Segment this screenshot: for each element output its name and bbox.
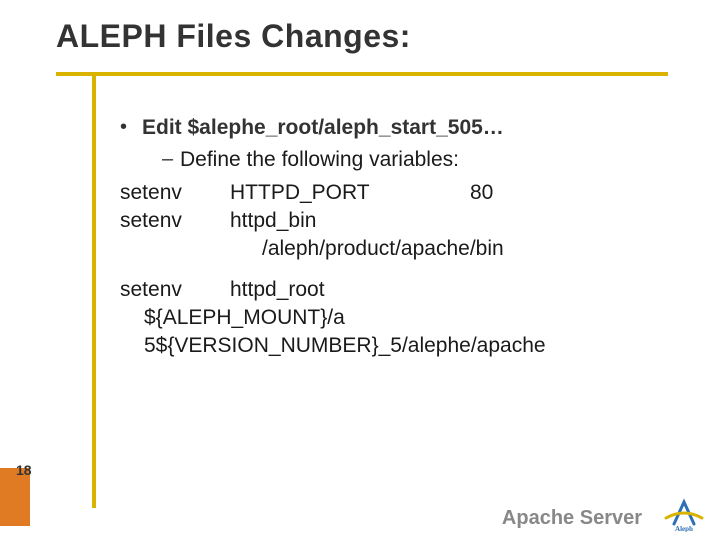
bullet-main: • Edit $alephe_root/aleph_start_505… [120,114,672,142]
env-cmd: setenv [120,276,230,304]
slide-content: • Edit $alephe_root/aleph_start_505… – D… [120,114,672,361]
env-val: 80 [470,179,672,207]
sub-bullet-label: Define the following variables: [180,146,459,174]
env-var: httpd_root [230,276,325,304]
bullet-icon: • [120,114,142,141]
aleph-logo-icon: Aleph [658,494,712,532]
dash-icon: – [162,146,180,173]
vertical-divider [92,72,96,508]
env-row-3: setenv httpd_root [120,276,672,304]
env-cmd: setenv [120,207,230,235]
page-number: 18 [16,462,32,478]
slide-title: ALEPH Files Changes: [56,18,411,55]
env-row-3-val: ${ALEPH_MOUNT}/a 5${VERSION_NUMBER}_5/al… [144,304,672,361]
slide: ALEPH Files Changes: • Edit $alephe_root… [0,0,720,540]
env-row-2-val: /aleph/product/apache/bin [230,235,672,263]
env-var: httpd_bin [230,207,470,235]
env-row-2: setenv httpd_bin [120,207,672,235]
title-underline [56,72,668,76]
sub-bullet: – Define the following variables: [162,146,672,174]
env-row-1: setenv HTTPD_PORT 80 [120,179,672,207]
svg-text:Aleph: Aleph [675,525,693,532]
bullet-label: Edit $alephe_root/aleph_start_505… [142,114,504,142]
env-block: setenv HTTPD_PORT 80 setenv httpd_bin /a… [120,179,672,361]
env-cmd: setenv [120,179,230,207]
env-var: HTTPD_PORT [230,179,470,207]
footer-title: Apache Server [502,507,642,530]
